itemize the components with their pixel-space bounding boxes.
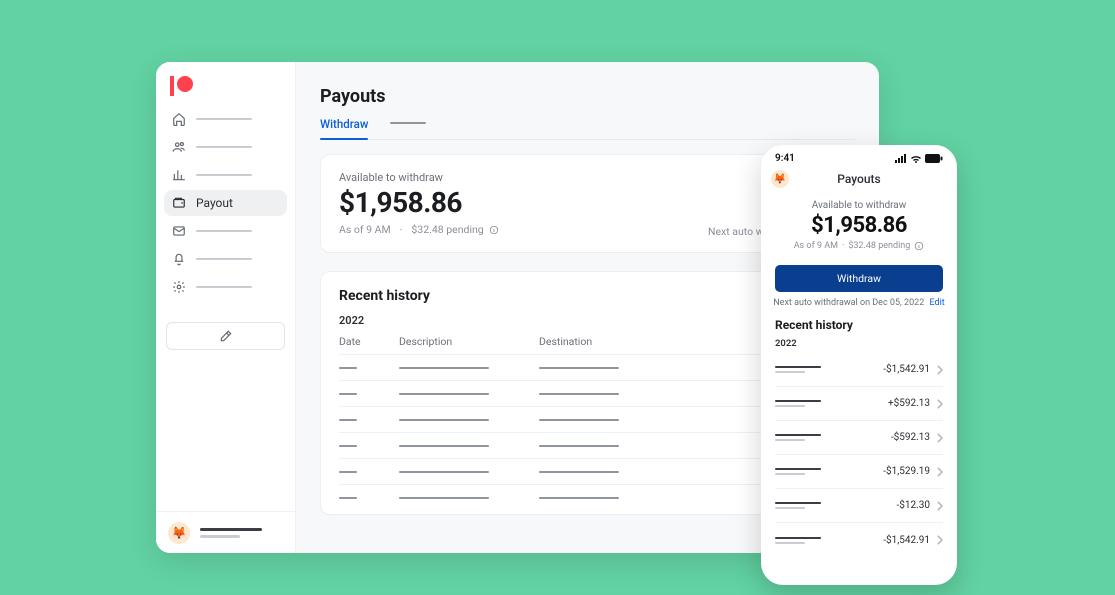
tabs: Withdraw xyxy=(320,117,855,140)
list-item[interactable]: -$1,542.91 xyxy=(775,353,943,387)
col-destination: Destination xyxy=(539,335,756,348)
mobile-header: 🦊 Payouts xyxy=(761,166,957,192)
balance-amount: $1,958.86 xyxy=(775,213,943,238)
edit-link[interactable]: Edit xyxy=(930,298,945,308)
balance-pending: $32.48 pending xyxy=(411,223,483,236)
list-item[interactable]: -$592.13 xyxy=(775,421,943,455)
chevron-right-icon xyxy=(936,535,943,545)
patreon-logo xyxy=(156,62,295,100)
list-item[interactable]: -$1,529.19 xyxy=(775,455,943,489)
sidebar-item-label xyxy=(196,286,252,288)
status-time: 9:41 xyxy=(775,153,795,164)
signal-icon xyxy=(895,154,907,163)
sidebar-item-label xyxy=(196,174,252,176)
row-amount: +$592.13 xyxy=(888,398,930,409)
withdraw-button[interactable]: Withdraw xyxy=(775,265,943,292)
list-item[interactable]: +$592.13 xyxy=(775,387,943,421)
gear-icon xyxy=(172,280,186,294)
list-item[interactable]: -$12.30 xyxy=(775,489,943,523)
chevron-right-icon xyxy=(936,433,943,443)
tab-secondary[interactable] xyxy=(390,117,426,139)
chevron-right-icon xyxy=(936,501,943,511)
sidebar-item-label: Payout xyxy=(196,196,233,210)
bar-chart-icon xyxy=(172,168,186,182)
balance-asof: As of 9 AM xyxy=(339,223,391,236)
avatar[interactable]: 🦊 xyxy=(771,170,789,188)
history-title: Recent history xyxy=(775,318,943,332)
mobile-history: Recent history 2022 -$1,542.91 +$592.13 -$… xyxy=(761,318,957,557)
row-amount: -$592.13 xyxy=(891,432,930,443)
status-bar: 9:41 xyxy=(761,145,957,166)
col-description: Description xyxy=(399,335,539,348)
wifi-icon xyxy=(910,154,922,163)
people-icon xyxy=(172,140,186,154)
profile-name-placeholder xyxy=(200,528,262,531)
sidebar-item-label xyxy=(196,118,252,120)
compose-button[interactable] xyxy=(166,322,285,350)
mobile-title: Payouts xyxy=(837,172,880,186)
sidebar-item-label xyxy=(196,258,252,260)
avatar: 🦊 xyxy=(168,522,190,544)
sidebar-item-audience[interactable] xyxy=(164,134,287,160)
chevron-right-icon xyxy=(936,365,943,375)
row-amount: -$1,542.91 xyxy=(883,535,930,546)
profile-sub-placeholder xyxy=(200,535,240,538)
mail-icon xyxy=(172,224,186,238)
page-title: Payouts xyxy=(320,86,855,107)
battery-icon xyxy=(925,154,943,163)
sidebar-profile[interactable]: 🦊 xyxy=(156,511,295,553)
mobile-window: 9:41 🦊 Payouts Available to withdraw $1,… xyxy=(761,145,957,585)
home-icon xyxy=(172,112,186,126)
sidebar-item-home[interactable] xyxy=(164,106,287,132)
tab-withdraw[interactable]: Withdraw xyxy=(320,117,368,139)
sidebar-item-label xyxy=(196,230,252,232)
sidebar-nav: Payout xyxy=(156,100,295,308)
sidebar-item-insights[interactable] xyxy=(164,162,287,188)
next-auto-withdrawal: Next auto withdrawal on Dec 05, 2022 Edi… xyxy=(761,298,957,308)
row-amount: -$1,542.91 xyxy=(883,364,930,375)
mobile-balance: Available to withdraw $1,958.86 As of 9 … xyxy=(761,192,957,255)
info-icon[interactable] xyxy=(489,225,499,235)
balance-label: Available to withdraw xyxy=(775,200,943,211)
sidebar-item-payout[interactable]: Payout xyxy=(164,190,287,216)
row-amount: -$12.30 xyxy=(896,500,930,511)
sidebar-item-notifications[interactable] xyxy=(164,246,287,272)
sidebar: Payout 🦊 xyxy=(156,62,296,553)
bell-icon xyxy=(172,252,186,266)
row-amount: -$1,529.19 xyxy=(883,466,930,477)
col-date: Date xyxy=(339,335,399,348)
chevron-right-icon xyxy=(936,399,943,409)
balance-pending: $32.48 pending xyxy=(848,241,910,251)
sidebar-item-settings[interactable] xyxy=(164,274,287,300)
list-item[interactable]: -$1,542.91 xyxy=(775,523,943,557)
edit-icon xyxy=(219,329,233,343)
sidebar-item-label xyxy=(196,146,252,148)
balance-asof: As of 9 AM xyxy=(794,241,838,251)
balance-sub: As of 9 AM · $32.48 pending xyxy=(775,241,943,251)
history-year: 2022 xyxy=(775,338,943,349)
wallet-icon xyxy=(172,196,186,210)
chevron-right-icon xyxy=(936,467,943,477)
sidebar-item-messages[interactable] xyxy=(164,218,287,244)
info-icon[interactable] xyxy=(914,241,924,251)
